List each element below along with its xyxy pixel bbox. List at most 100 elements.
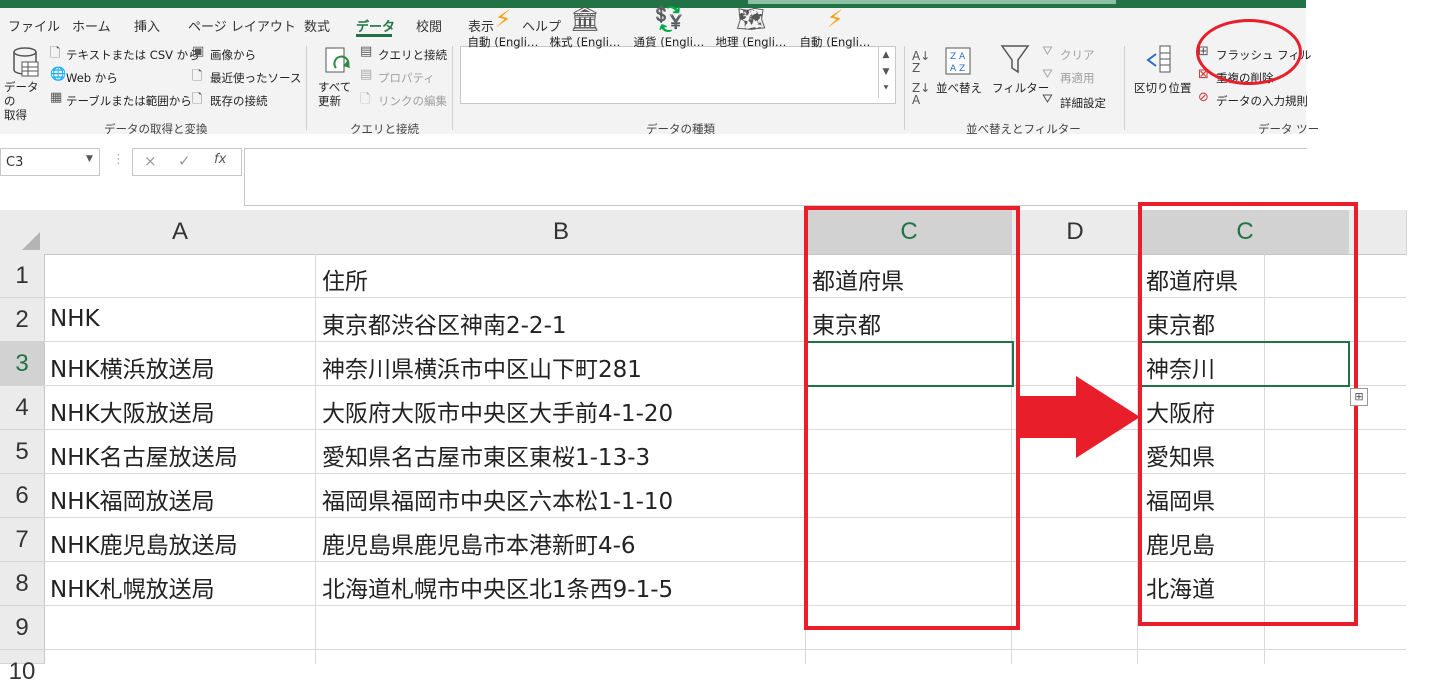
queries-connections-icon: ▤ bbox=[360, 44, 373, 59]
chevron-down-icon[interactable]: ▼ bbox=[86, 154, 93, 164]
data-type-auto-2[interactable]: ⚡ 自動 (Engli… bbox=[794, 4, 876, 50]
cell-a2[interactable]: NHK bbox=[50, 306, 100, 332]
advanced-filter-icon: ⛛ bbox=[1042, 92, 1053, 107]
row-header-4[interactable]: 4 bbox=[0, 386, 45, 430]
properties-button: プロパティ bbox=[378, 71, 435, 85]
recent-sources-button[interactable]: 最近使ったソース bbox=[210, 70, 301, 86]
cell-a3[interactable]: NHK横浜放送局 bbox=[50, 350, 215, 384]
cell-b8[interactable]: 北海道札幌市中央区北1条西9-1-5 bbox=[322, 570, 673, 604]
data-types-gallery bbox=[460, 46, 896, 104]
recent-sources-icon: 🗋 bbox=[192, 69, 203, 84]
sort-az-icon[interactable]: A↓ Z bbox=[912, 50, 930, 74]
row-header-7[interactable]: 7 bbox=[0, 518, 45, 562]
advanced-filter-button[interactable]: 詳細設定 bbox=[1060, 95, 1106, 111]
sort-icon: Z A A Z bbox=[945, 47, 971, 75]
flash-fill-options-icon[interactable]: ⊞ bbox=[1350, 388, 1368, 406]
cell-b3[interactable]: 神奈川県横浜市中区山下町281 bbox=[322, 350, 642, 384]
refresh-all-icon bbox=[325, 47, 350, 73]
svg-text:Z A: Z A bbox=[950, 52, 966, 62]
right-arrow-icon bbox=[1016, 376, 1140, 458]
row-header-3[interactable]: 3 bbox=[0, 342, 45, 386]
text-to-columns-button[interactable]: 区切り位置 bbox=[1134, 80, 1192, 96]
sort-za-icon[interactable]: Z↓ A bbox=[912, 82, 930, 106]
group-divider bbox=[904, 46, 905, 130]
formula-input[interactable] bbox=[244, 148, 1307, 206]
highlight-box-column-c bbox=[804, 206, 1020, 630]
cell-b6[interactable]: 福岡県福岡市中央区六本松1-1-10 bbox=[322, 482, 673, 516]
cell-b2[interactable]: 東京都渋谷区神南2-2-1 bbox=[322, 306, 567, 340]
from-table-range-button[interactable]: テーブルまたは範囲から bbox=[66, 93, 192, 109]
cell-a4[interactable]: NHK大阪放送局 bbox=[50, 394, 215, 428]
tab-formulas[interactable]: 数式 bbox=[304, 16, 330, 35]
tab-review[interactable]: 校閲 bbox=[416, 16, 442, 35]
row-header-1[interactable]: 1 bbox=[0, 254, 45, 298]
grid-row-line bbox=[44, 649, 1406, 650]
data-type-auto-1[interactable]: ⚡ 自動 (Engli… bbox=[462, 4, 544, 50]
data-type-geography[interactable]: 🗺 地理 (Engli… bbox=[710, 4, 792, 50]
data-type-currency[interactable]: 💱 通貨 (Engli… bbox=[628, 4, 710, 50]
text-to-columns-icon bbox=[1146, 45, 1171, 73]
cell-b7[interactable]: 鹿児島県鹿児島市本港新町4-6 bbox=[322, 526, 636, 560]
image-icon: ▣ bbox=[192, 44, 205, 59]
gallery-scroll-down[interactable]: ▼ bbox=[878, 64, 893, 81]
enter-icon[interactable]: ✓ bbox=[178, 152, 191, 170]
active-tab-indicator bbox=[356, 34, 392, 37]
from-text-csv-button[interactable]: テキストまたは CSV から bbox=[66, 47, 200, 63]
existing-connections-icon: 🗋 bbox=[192, 92, 203, 107]
web-icon: 🌐 bbox=[50, 67, 67, 82]
group-divider bbox=[1124, 46, 1125, 130]
lightning-icon: ⚡ bbox=[826, 5, 844, 33]
cell-b5[interactable]: 愛知県名古屋市東区東桜1-13-3 bbox=[322, 438, 650, 472]
name-box-value: C3 bbox=[6, 155, 24, 170]
row-header-5[interactable]: 5 bbox=[0, 430, 45, 474]
gallery-scroll-up[interactable]: ▲ bbox=[878, 47, 893, 64]
data-validation-button[interactable]: データの入力規則 bbox=[1216, 93, 1308, 109]
from-picture-button[interactable]: 画像から bbox=[210, 47, 256, 63]
database-icon bbox=[13, 47, 39, 77]
row-header-9[interactable]: 9 bbox=[0, 606, 45, 650]
refresh-all-button[interactable]: すべて 更新 bbox=[318, 80, 351, 108]
column-header-a[interactable]: A bbox=[44, 210, 317, 255]
filter-button[interactable]: フィルター bbox=[992, 80, 1049, 96]
queries-connections-button[interactable]: クエリと接続 bbox=[378, 47, 447, 63]
existing-connections-button[interactable]: 既存の接続 bbox=[210, 93, 268, 109]
cell-a8[interactable]: NHK札幌放送局 bbox=[50, 570, 215, 604]
filter-icon bbox=[1000, 45, 1030, 74]
row-header-6[interactable]: 6 bbox=[0, 474, 45, 518]
column-header-b[interactable]: B bbox=[316, 210, 807, 255]
tab-data[interactable]: データ bbox=[356, 16, 395, 35]
get-data-button[interactable]: データの 取得 bbox=[4, 80, 44, 122]
grid-column-line bbox=[315, 254, 316, 664]
select-all-triangle-icon bbox=[22, 232, 40, 250]
properties-icon: ▤ bbox=[360, 67, 373, 82]
cell-b1[interactable]: 住所 bbox=[322, 262, 368, 296]
bank-icon: 🏛 bbox=[569, 5, 601, 33]
tab-insert[interactable]: 挿入 bbox=[134, 16, 160, 35]
cell-a5[interactable]: NHK名古屋放送局 bbox=[50, 438, 238, 472]
group-divider bbox=[306, 46, 307, 130]
cell-b4[interactable]: 大阪府大阪市中央区大手前4-1-20 bbox=[322, 394, 673, 428]
column-header-d[interactable]: D bbox=[1012, 210, 1139, 255]
data-validation-icon: ⊘ bbox=[1198, 90, 1209, 105]
row-header-8[interactable]: 8 bbox=[0, 562, 45, 606]
from-web-button[interactable]: Web から bbox=[66, 70, 118, 86]
cell-a6[interactable]: NHK福岡放送局 bbox=[50, 482, 215, 516]
row-header-10[interactable]: 10 bbox=[0, 650, 45, 685]
gallery-more-button[interactable]: ⯆ bbox=[878, 81, 893, 98]
row-header-2[interactable]: 2 bbox=[0, 298, 45, 342]
reapply-button: 再適用 bbox=[1060, 71, 1095, 85]
cell-a7[interactable]: NHK鹿児島放送局 bbox=[50, 526, 238, 560]
sort-button[interactable]: 並べ替え bbox=[936, 80, 982, 96]
group-divider bbox=[452, 46, 453, 130]
lightning-icon: ⚡ bbox=[494, 5, 512, 33]
tab-file[interactable]: ファイル bbox=[8, 16, 60, 35]
tab-page-layout[interactable]: ページ レイアウト bbox=[188, 16, 296, 35]
highlight-box-result bbox=[1138, 202, 1358, 626]
flash-fill-highlight-oval bbox=[1196, 19, 1302, 85]
clear-filter-button: クリア bbox=[1060, 48, 1095, 62]
data-type-stocks[interactable]: 🏛 株式 (Engli… bbox=[544, 4, 626, 50]
edit-links-icon: 🗋 bbox=[360, 92, 371, 107]
cancel-icon[interactable]: × bbox=[144, 152, 157, 170]
tab-home[interactable]: ホーム bbox=[72, 16, 111, 35]
insert-function-icon[interactable]: fx bbox=[214, 152, 226, 167]
